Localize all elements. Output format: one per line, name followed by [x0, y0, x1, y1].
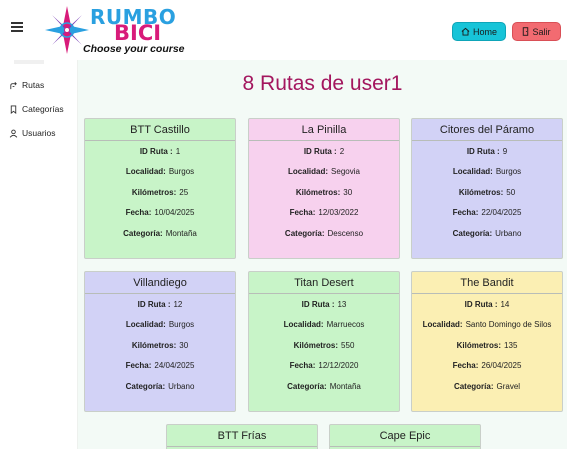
route-km-row: Kilómetros: 30: [131, 340, 189, 350]
route-categoria-row: Categoría: Urbano: [125, 381, 195, 391]
route-fecha-row: Fecha: 24/04/2025: [125, 361, 195, 371]
home-button[interactable]: Home: [452, 22, 506, 41]
route-card[interactable]: The Bandit ID Ruta :14 Localidad: Santo D…: [411, 271, 563, 412]
sidebar-item-label: Usuarios: [22, 128, 56, 138]
page-title: 8 Rutas de user1: [242, 72, 403, 95]
route-card[interactable]: BTT Castillo ID Ruta :1 Localidad: Burgos…: [84, 118, 236, 259]
logo-tagline: Choose your course: [83, 43, 185, 55]
route-localidad-row: Localidad: Segovia: [288, 167, 360, 177]
menu-icon[interactable]: [11, 22, 23, 32]
home-button-label: Home: [472, 26, 497, 37]
route-fecha-row: Fecha: 12/12/2020: [289, 361, 359, 371]
route-localidad-row: Localidad: Santo Domingo de Silos: [422, 320, 552, 330]
route-card-title: BTT Frías: [167, 425, 317, 447]
route-id-row: ID Ruta :13: [301, 299, 347, 309]
route-card-title: Citores del Páramo: [412, 119, 562, 141]
route-card[interactable]: La Pinilla ID Ruta :2 Localidad: Segovia …: [248, 118, 400, 259]
route-fecha-row: Fecha: 10/04/2025: [125, 208, 195, 218]
route-km-row: Kilómetros: 30: [295, 187, 353, 197]
route-km-row: Kilómetros: 550: [293, 340, 355, 350]
route-categoria-row: Categoría: Descenso: [284, 228, 364, 238]
top-header: RUMBO BICI Choose your course Home Salir: [0, 0, 567, 60]
route-card-title: Villandiego: [85, 272, 235, 294]
logo-word-bici: BICI: [114, 21, 162, 45]
route-localidad-row: Localidad: Burgos: [125, 320, 195, 330]
route-categoria-row: Categoría: Montaña: [287, 381, 361, 391]
route-card[interactable]: BTT Frías: [166, 424, 318, 449]
main-content: 8 Rutas de user1 BTT Castillo ID Ruta :1…: [78, 60, 567, 449]
route-card[interactable]: Titan Desert ID Ruta :13 Localidad: Marru…: [248, 271, 400, 412]
route-fecha-row: Fecha: 22/04/2025: [452, 208, 522, 218]
route-id-row: ID Ruta :1: [139, 146, 181, 156]
home-icon: [461, 27, 470, 36]
route-card-title: BTT Castillo: [85, 119, 235, 141]
route-categoria-row: Categoría: Montaña: [123, 228, 197, 238]
route-id-row: ID Ruta :2: [303, 146, 345, 156]
route-card-title: Cape Epic: [330, 425, 480, 447]
route-card[interactable]: Cape Epic: [329, 424, 481, 449]
sidebar-scrolled-item: [14, 60, 44, 64]
route-id-row: ID Ruta :12: [137, 299, 183, 309]
route-localidad-row: Localidad: Marruecos: [283, 320, 365, 330]
route-id-row: ID Ruta :9: [466, 146, 508, 156]
route-km-row: Kilómetros: 135: [456, 340, 518, 350]
sidebar-item-categorias[interactable]: Categorías: [9, 102, 64, 116]
logo: RUMBO BICI Choose your course: [44, 5, 185, 57]
route-id-row: ID Ruta :14: [464, 299, 510, 309]
sidebar-item-label: Rutas: [22, 80, 45, 90]
route-icon: [10, 81, 17, 89]
route-fecha-row: Fecha: 26/04/2025: [452, 361, 522, 371]
sidebar: Rutas Categorías Usuarios: [0, 60, 78, 449]
route-card-title: The Bandit: [412, 272, 562, 294]
route-localidad-row: Localidad: Burgos: [125, 167, 195, 177]
bookmark-icon: [10, 104, 17, 114]
sidebar-item-rutas[interactable]: Rutas: [9, 78, 44, 92]
route-km-row: Kilómetros: 25: [131, 187, 189, 197]
user-icon: [9, 129, 18, 138]
route-localidad-row: Localidad: Burgos: [452, 167, 522, 177]
route-card-title: La Pinilla: [249, 119, 399, 141]
route-card[interactable]: Villandiego ID Ruta :12 Localidad: Burgos…: [84, 271, 236, 412]
route-card[interactable]: Citores del Páramo ID Ruta :9 Localidad:…: [411, 118, 563, 259]
logout-button-label: Salir: [532, 26, 551, 37]
door-icon: [523, 27, 529, 36]
route-fecha-row: Fecha: 12/03/2022: [289, 208, 359, 218]
sidebar-item-usuarios[interactable]: Usuarios: [9, 126, 56, 140]
route-km-row: Kilómetros: 50: [458, 187, 516, 197]
logout-button[interactable]: Salir: [512, 22, 561, 41]
sidebar-item-label: Categorías: [22, 104, 64, 114]
route-categoria-row: Categoría: Urbano: [452, 228, 522, 238]
route-card-title: Titan Desert: [249, 272, 399, 294]
route-categoria-row: Categoría: Gravel: [453, 381, 521, 391]
